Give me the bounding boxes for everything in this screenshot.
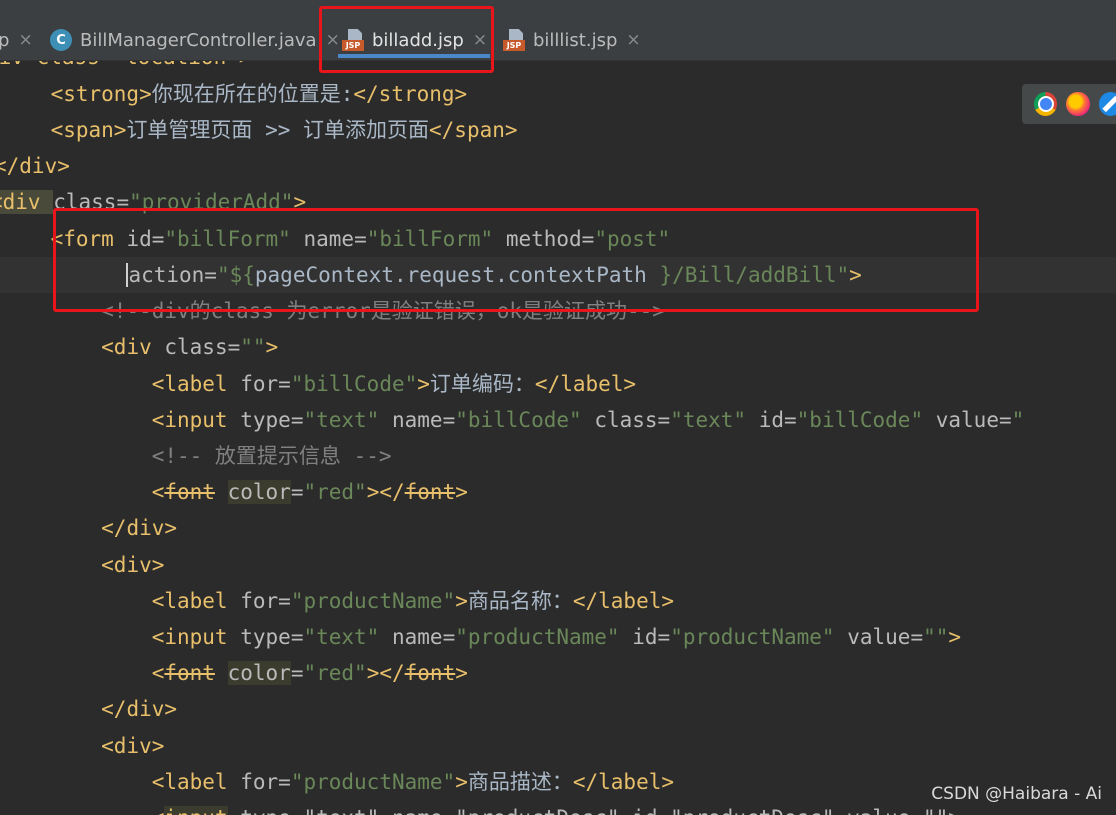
code-line: <strong>你现在所在的位置是:</strong> [50, 82, 468, 106]
code-line: </div> [101, 697, 178, 721]
code-line: <span>订单管理页面 >> 订单添加页面</span> [50, 118, 518, 142]
code-line: <font color="red"></font> [151, 661, 468, 685]
firefox-icon[interactable] [1066, 92, 1090, 116]
close-icon[interactable]: × [18, 30, 32, 50]
code-line: <font color="red"></font> [151, 480, 468, 504]
tab-label: billlist.jsp [533, 29, 618, 51]
code-line: <div> [101, 553, 165, 577]
tab-partial-left[interactable]: p × [0, 22, 33, 58]
jsp-file-icon: JSP [503, 29, 525, 51]
code-line: <label for="productName">商品描述：</label> [151, 770, 675, 794]
code-line: div class="location"> [0, 61, 252, 75]
watermark: CSDN @Haibara - Ai [931, 784, 1102, 804]
tab-billlist[interactable]: JSP billlist.jsp × [503, 22, 641, 58]
editor-tab-bar: p × C BillManagerController.java × JSP b… [0, 0, 1116, 61]
safari-icon[interactable] [1098, 92, 1116, 116]
chrome-icon[interactable] [1034, 92, 1058, 116]
code-line: <input type="text" name="productName" id… [151, 625, 962, 649]
java-class-icon: C [50, 29, 72, 51]
code-line: <input type="text" name="productDesc" id… [0, 800, 961, 815]
code-line: </div> [101, 516, 178, 540]
highlight-box-form [53, 208, 979, 312]
tab-label: BillManagerController.java [80, 29, 317, 51]
code-line: <input type="text" name="billCode" class… [151, 408, 1025, 432]
code-editor[interactable]: div class="location"> <strong>你现在所在的位置是:… [0, 61, 1116, 815]
code-line: <label for="billCode">订单编码：</label> [151, 372, 637, 396]
code-line: </div> [0, 154, 70, 178]
tab-billmanagercontroller[interactable]: C BillManagerController.java × [50, 22, 340, 58]
partial-tab-label: p [0, 29, 10, 51]
code-line: <label for="productName">商品名称：</label> [151, 589, 675, 613]
browser-preview-toolbar [1022, 84, 1116, 124]
code-line: <div> [101, 734, 165, 758]
close-icon[interactable]: × [626, 30, 640, 50]
menu-strip [0, 0, 1116, 20]
code-line: <div class=""> [101, 335, 279, 359]
code-line: <!-- 放置提示信息 --> [151, 444, 392, 468]
